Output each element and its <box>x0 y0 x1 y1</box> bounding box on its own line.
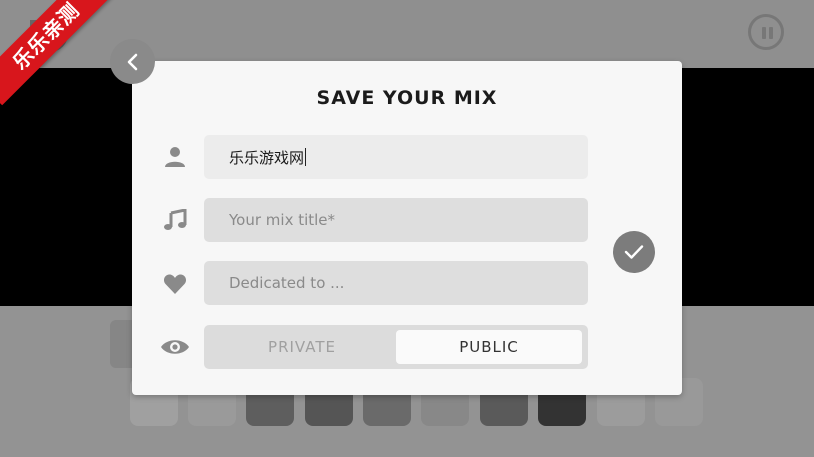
pause-button[interactable] <box>748 14 784 50</box>
text-caret <box>305 148 307 166</box>
back-button[interactable] <box>110 39 155 84</box>
music-note-icon <box>162 207 188 233</box>
heart-icon <box>162 271 188 297</box>
public-option[interactable]: PUBLIC <box>396 330 582 364</box>
author-name-value: 乐乐游戏网 <box>229 148 305 167</box>
mix-title-field[interactable]: Your mix title* <box>204 198 588 242</box>
visibility-toggle: PRIVATE PUBLIC <box>204 325 588 369</box>
chevron-left-icon <box>127 53 137 70</box>
confirm-button[interactable] <box>613 231 655 273</box>
author-name-field[interactable]: 乐乐游戏网 <box>204 135 588 179</box>
dedication-placeholder: Dedicated to ... <box>229 274 345 292</box>
mix-title-placeholder: Your mix title* <box>229 211 336 229</box>
save-mix-dialog: SAVE YOUR MIX 乐乐游戏网 Your mix title* Dedi… <box>132 61 682 395</box>
private-option[interactable]: PRIVATE <box>209 330 395 364</box>
eye-icon <box>160 334 190 360</box>
dedication-field[interactable]: Dedicated to ... <box>204 261 588 305</box>
person-icon <box>162 144 188 170</box>
check-icon <box>624 245 644 259</box>
dialog-title: SAVE YOUR MIX <box>316 87 498 109</box>
